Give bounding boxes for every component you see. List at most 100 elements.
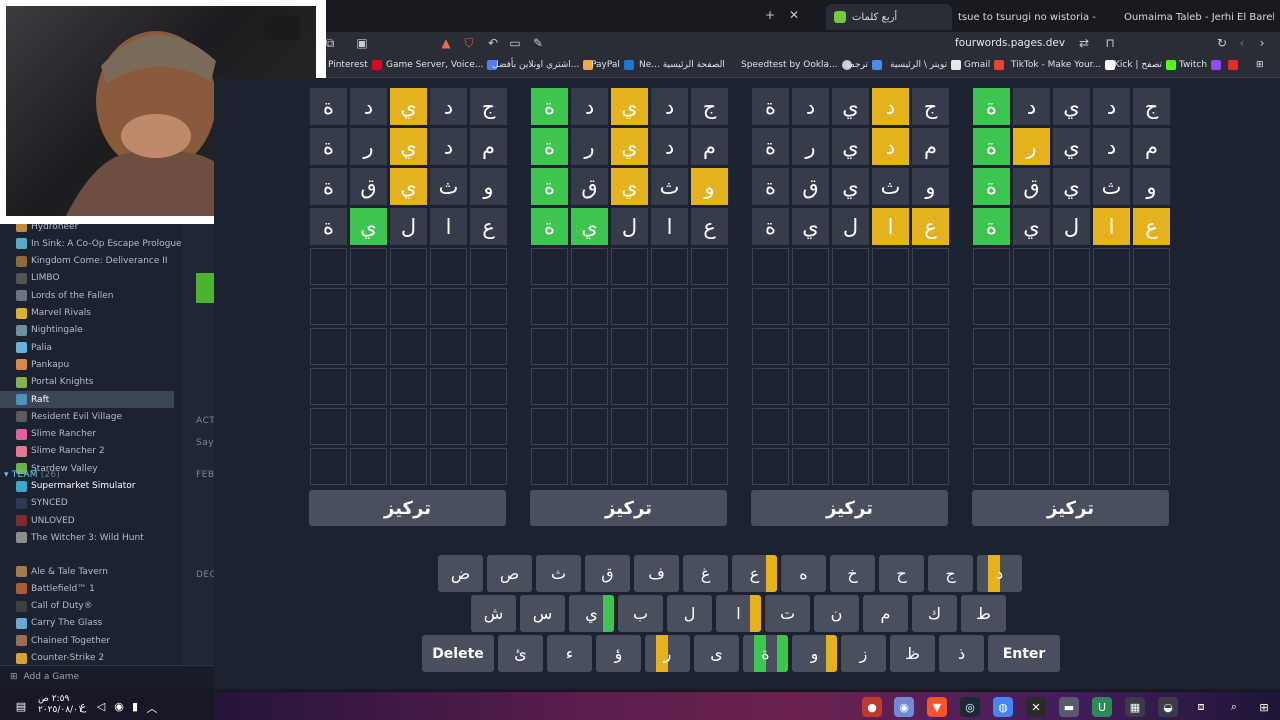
keyboard-key[interactable]: ئ bbox=[498, 635, 543, 672]
bookmark-home[interactable]: Ne... الصفحة الرئيسية bbox=[639, 60, 725, 70]
library-game-item[interactable]: Raft bbox=[0, 391, 174, 408]
library-game-item[interactable]: Supermarket Simulator bbox=[0, 478, 182, 495]
keyboard-key[interactable]: س bbox=[520, 595, 565, 632]
keyboard-key[interactable]: ا bbox=[716, 595, 761, 632]
app-icon-3[interactable]: ◒ bbox=[1158, 697, 1178, 717]
reload-icon[interactable]: ↻ bbox=[1214, 36, 1230, 50]
keyboard-key[interactable]: غ bbox=[683, 555, 728, 592]
library-game-item[interactable]: Lords of the Fallen bbox=[0, 287, 182, 304]
team-game-item[interactable]: Counter-Strike 2 bbox=[0, 650, 182, 666]
brave-taskbar-icon[interactable]: ▼ bbox=[927, 697, 947, 717]
library-game-item[interactable]: Slime Rancher 2 bbox=[0, 443, 182, 460]
keyboard-key[interactable]: ش bbox=[471, 595, 516, 632]
keyboard-key[interactable]: ب bbox=[618, 595, 663, 632]
play-button[interactable] bbox=[196, 273, 214, 303]
team-game-item[interactable]: Call of Duty® bbox=[0, 598, 182, 615]
brave-shield-icon[interactable]: ⛉ bbox=[461, 36, 477, 51]
app-icon-1[interactable]: ● bbox=[862, 697, 882, 717]
keyboard-key[interactable]: Enter bbox=[988, 635, 1060, 672]
focus-button[interactable]: تركيز bbox=[530, 490, 727, 526]
bookmark-paypal[interactable]: PayPal bbox=[591, 60, 634, 70]
undo-icon[interactable]: ↶ bbox=[485, 36, 501, 50]
tray-overflow-icon[interactable]: ︿ bbox=[145, 700, 159, 716]
keyboard-key[interactable]: ن bbox=[814, 595, 859, 632]
new-tab-button[interactable]: + bbox=[762, 8, 778, 22]
keyboard-key[interactable]: و bbox=[792, 635, 837, 672]
keyboard-key[interactable]: ؤ bbox=[596, 635, 641, 672]
library-game-item[interactable]: Resident Evil Village bbox=[0, 408, 182, 425]
keyboard-key[interactable]: ف bbox=[634, 555, 679, 592]
keyboard-key[interactable]: ج bbox=[928, 555, 973, 592]
upwork-icon[interactable]: U bbox=[1092, 697, 1112, 717]
back-icon[interactable]: ‹ bbox=[1234, 36, 1250, 50]
keyboard-key[interactable]: ء bbox=[547, 635, 592, 672]
share-icon[interactable]: ⇄ bbox=[1076, 36, 1092, 50]
keyboard-key[interactable]: ل bbox=[667, 595, 712, 632]
keyboard-key[interactable]: ذ bbox=[939, 635, 984, 672]
bookmark-pinterest[interactable]: Pinterest bbox=[328, 60, 382, 70]
library-game-item[interactable]: Marvel Rivals bbox=[0, 305, 182, 322]
bookmark-icon[interactable]: ⊓ bbox=[1102, 36, 1118, 50]
library-game-item[interactable]: Nightingale bbox=[0, 322, 182, 339]
close-tab-icon[interactable]: ✕ bbox=[786, 8, 802, 22]
add-game-button[interactable]: ⊞ Add a Game bbox=[10, 672, 79, 682]
bookmark-speedtest[interactable]: Speedtest by Ookla... bbox=[741, 60, 852, 70]
library-game-item[interactable]: SYNCED bbox=[0, 495, 182, 512]
team-collection-header[interactable]: ▾ TEAM (26) bbox=[4, 470, 60, 480]
network-icon[interactable]: ◉ bbox=[112, 700, 126, 713]
bookmark-twitch[interactable]: Twitch bbox=[1179, 60, 1222, 70]
library-game-item[interactable]: Portal Knights bbox=[0, 374, 182, 391]
keyboard-key[interactable]: ص bbox=[487, 555, 532, 592]
team-game-item[interactable]: Battlefield™ 1 bbox=[0, 580, 182, 597]
windows-start-icon[interactable]: ⊞ bbox=[1254, 697, 1274, 717]
tab-youtube-music[interactable]: Oumaima Taleb - Jerhi El Bareh | bbox=[1116, 4, 1274, 30]
keyboard-key[interactable]: ة bbox=[743, 635, 788, 672]
volume-icon[interactable]: ◁ bbox=[94, 700, 108, 713]
keyboard-key[interactable]: د bbox=[977, 555, 1022, 592]
bookmark-kick[interactable]: Kick | تصفح bbox=[1114, 60, 1176, 70]
notification-icon[interactable]: ▤ bbox=[14, 700, 28, 713]
bookmark-youtube[interactable] bbox=[1228, 60, 1238, 70]
keyboard-key[interactable]: ح bbox=[879, 555, 924, 592]
keyboard-key[interactable]: ع bbox=[732, 555, 777, 592]
keyboard-key[interactable]: م bbox=[863, 595, 908, 632]
library-game-item[interactable]: Kingdom Come: Deliverance II bbox=[0, 253, 182, 270]
keyboard-key[interactable]: ض bbox=[438, 555, 483, 592]
focus-button[interactable]: تركيز bbox=[972, 490, 1169, 526]
library-game-item[interactable]: Slime Rancher bbox=[0, 426, 182, 443]
keyboard-key[interactable]: ى bbox=[694, 635, 739, 672]
search-icon[interactable]: ⌕ bbox=[1224, 697, 1244, 717]
keyboard-key[interactable]: ت bbox=[765, 595, 810, 632]
address-bar[interactable]: fourwords.pages.dev bbox=[955, 37, 1065, 49]
library-game-item[interactable]: Palia bbox=[0, 339, 182, 356]
keyboard-key[interactable]: ط bbox=[961, 595, 1006, 632]
brave-rewards-icon[interactable]: ▲ bbox=[438, 36, 454, 50]
keyboard-key[interactable]: ز bbox=[841, 635, 886, 672]
app-icon-2[interactable]: ▬ bbox=[1059, 697, 1079, 717]
library-game-item[interactable]: Pankapu bbox=[0, 356, 182, 373]
keyboard-key[interactable]: خ bbox=[830, 555, 875, 592]
bookmark-tiktok[interactable]: TikTok - Make Your... bbox=[1011, 60, 1116, 70]
language-indicator[interactable]: ع bbox=[76, 700, 90, 713]
screenshot-icon[interactable]: ▣ bbox=[354, 36, 370, 50]
keyboard-key[interactable]: ي bbox=[569, 595, 614, 632]
library-game-item[interactable]: LIMBO bbox=[0, 270, 182, 287]
team-game-item[interactable]: Chained Together bbox=[0, 632, 182, 649]
bookmark-game-server[interactable]: Game Server, Voice... bbox=[386, 60, 498, 70]
task-view-icon[interactable]: ⧈ bbox=[1191, 697, 1211, 717]
tab-four-words[interactable]: أربع كلمات bbox=[826, 4, 952, 30]
chrome-taskbar-icon[interactable]: ◍ bbox=[993, 697, 1013, 717]
steam-taskbar-icon[interactable]: ◎ bbox=[960, 697, 980, 717]
library-game-item[interactable]: In Sink: A Co-Op Escape Prologue bbox=[0, 235, 182, 252]
forward-icon[interactable]: › bbox=[1254, 36, 1270, 50]
focus-button[interactable]: تركيز bbox=[309, 490, 506, 526]
keyboard-key[interactable]: ر bbox=[645, 635, 690, 672]
bookmark-twitter[interactable]: تويتر \ الرئيسية bbox=[890, 60, 962, 70]
bookmark-gmail[interactable]: Gmail bbox=[964, 60, 1005, 70]
library-game-item[interactable]: UNLOVED bbox=[0, 512, 182, 529]
terminal-icon[interactable]: ✕ bbox=[1026, 697, 1046, 717]
bookmark-more[interactable]: ⊞ bbox=[1256, 60, 1264, 70]
keyboard-key[interactable]: ه bbox=[781, 555, 826, 592]
focus-button[interactable]: تركيز bbox=[751, 490, 948, 526]
bookmark-amazon[interactable]: اشتري اونلاين بأفضل... bbox=[492, 60, 594, 70]
